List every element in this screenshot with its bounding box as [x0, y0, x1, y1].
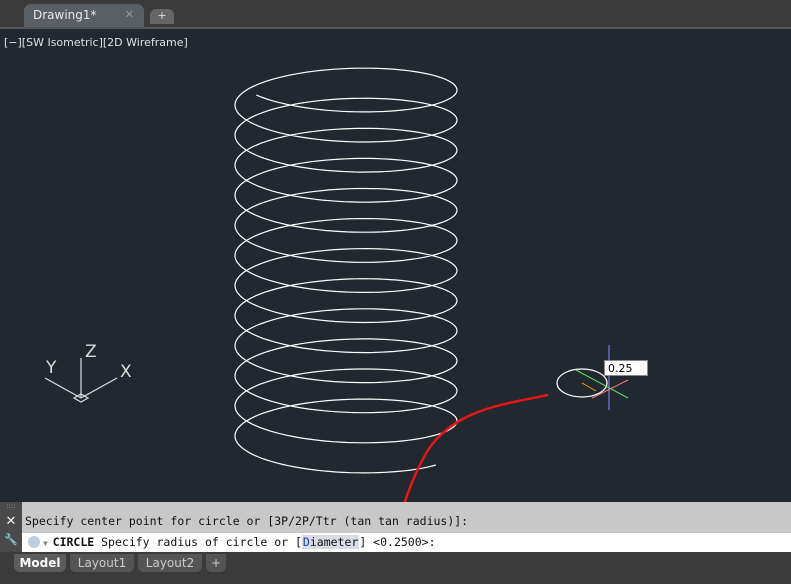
wrench-icon[interactable]: 🔧 [0, 533, 22, 546]
command-input[interactable]: ▼ CIRCLE Specify radius of circle or [Di… [22, 533, 791, 552]
tab-model[interactable]: Model [14, 554, 66, 572]
new-layout-button[interactable]: + [206, 554, 226, 572]
command-prompt: Specify radius of circle or [ [101, 535, 302, 549]
drawing-canvas: Z Y X [44, 67, 629, 538]
ucs-x-label: X [120, 362, 132, 382]
layout-tabs: Model Layout1 Layout2 + [0, 552, 791, 584]
command-line-handle[interactable]: :::: ✕ 🔧 [0, 502, 22, 552]
close-icon[interactable]: ✕ [0, 514, 22, 529]
ucs-y-label: Y [45, 358, 57, 378]
helix [234, 67, 458, 474]
tab-layout2[interactable]: Layout2 [138, 554, 202, 572]
dynamic-input-tooltip[interactable]: 0.25 [604, 360, 648, 376]
recent-commands-icon[interactable] [28, 536, 40, 548]
command-line: :::: ✕ 🔧 Specify center point for circle… [0, 502, 791, 552]
cursor-orange-axis [581, 382, 597, 392]
command-name: CIRCLE [52, 535, 95, 549]
option-diameter[interactable]: Diameter [301, 535, 360, 549]
tab-layout1[interactable]: Layout1 [70, 554, 134, 572]
command-default: ] <0.2500>: [359, 535, 436, 549]
command-history: Specify center point for circle or [3P/2… [25, 514, 469, 528]
ucs-z-label: Z [85, 342, 97, 362]
